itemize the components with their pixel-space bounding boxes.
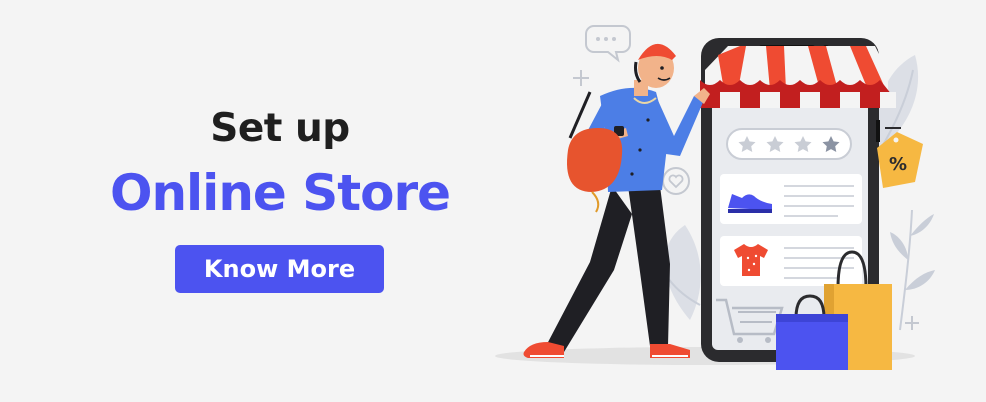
store-awning	[700, 46, 896, 108]
heart-icon	[662, 167, 690, 195]
chat-bubble-icon	[585, 25, 631, 63]
percent-sign: %	[889, 154, 907, 175]
online-store-banner: Set up Online Store Know More %	[0, 0, 986, 402]
rating-bar	[726, 128, 852, 160]
product-card-sneaker	[720, 174, 862, 224]
plus-icon	[573, 70, 589, 86]
plus-icon	[905, 316, 919, 330]
online-store-illustration: %	[495, 25, 935, 370]
shopper-character	[523, 43, 710, 358]
branch-right	[890, 209, 935, 331]
